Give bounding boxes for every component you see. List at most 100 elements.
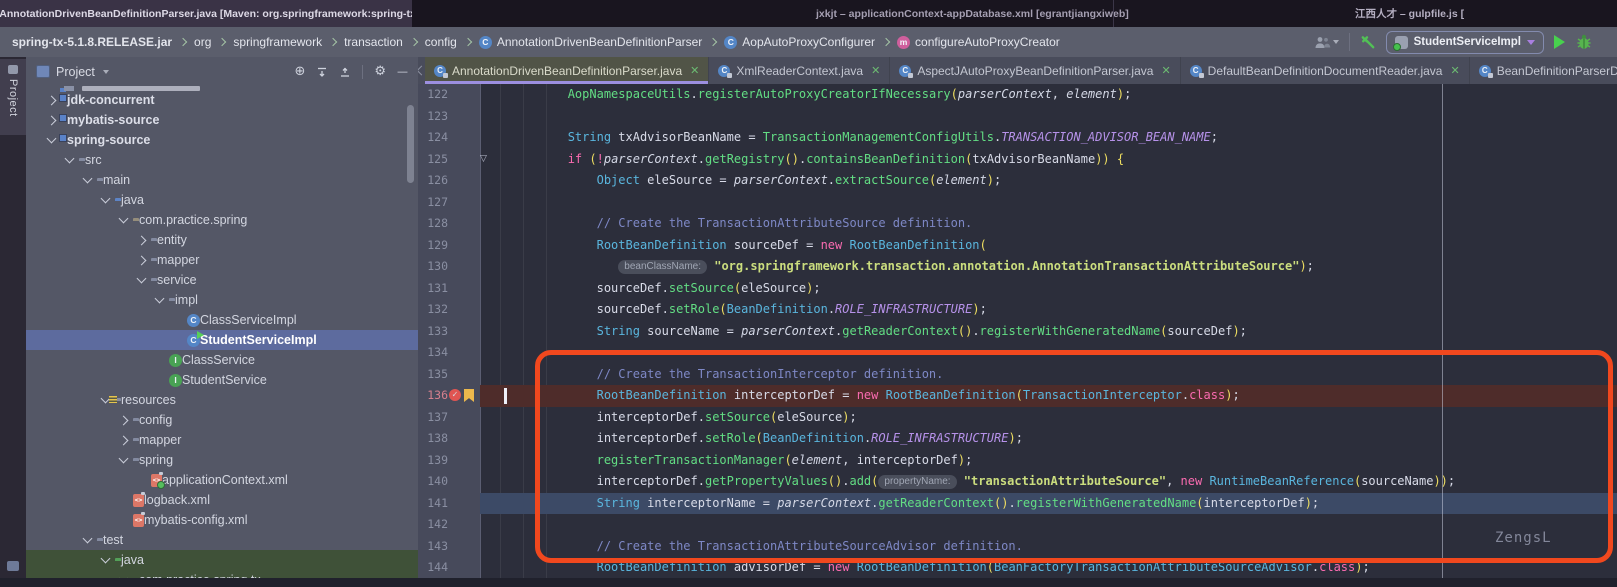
line-number[interactable]: 125	[418, 149, 448, 171]
tree-expand-icon[interactable]	[101, 554, 111, 564]
tree-expand-icon[interactable]	[137, 274, 147, 284]
tree-expand-icon[interactable]	[83, 174, 93, 184]
line-number[interactable]: 123	[418, 106, 448, 128]
project-stripe-button[interactable]: Project	[0, 59, 26, 135]
tree-expand-icon[interactable]	[47, 115, 57, 125]
tree-item-applicationContext.xml[interactable]: <>applicationContext.xml	[26, 470, 418, 490]
line-number[interactable]: 136	[418, 385, 448, 407]
tree-item-ClassService[interactable]: IClassService	[26, 350, 418, 370]
line-number[interactable]: 132	[418, 299, 448, 321]
project-view-caret-icon[interactable]	[103, 70, 109, 74]
code-line-143[interactable]: 143 // Create the TransactionAttributeSo…	[418, 536, 1617, 558]
hide-panel-icon[interactable]: —	[397, 66, 408, 77]
tree-item-ClassServiceImpl[interactable]: CClassServiceImpl	[26, 310, 418, 330]
code-line-140[interactable]: 140 interceptorDef.getPropertyValues().a…	[418, 471, 1617, 493]
tree-item-mybatis-source[interactable]: mybatis-source	[26, 110, 418, 130]
window-tab-active[interactable]: base-practice – AnnotationDrivenBeanDefi…	[0, 0, 412, 27]
tree-item-config[interactable]: config	[26, 410, 418, 430]
code-line-132[interactable]: 132 sourceDef.setRole(BeanDefinition.ROL…	[418, 299, 1617, 321]
code-line-130[interactable]: 130 beanClassName: "org.springframework.…	[418, 256, 1617, 278]
line-number[interactable]: 143	[418, 536, 448, 558]
breakpoint-icon[interactable]: ✓	[449, 389, 461, 401]
window-tab-3[interactable]: 江西人才 – gulpfile.js [	[1355, 0, 1464, 27]
bookmark-icon[interactable]	[464, 389, 474, 402]
line-number[interactable]: 138	[418, 428, 448, 450]
editor-tab-4[interactable]: CDefaultBeanDefinitionDocumentReader.jav…	[1181, 57, 1470, 84]
editor-tab-5[interactable]: CBeanDefinitionParserDelegate.ja✕	[1470, 57, 1617, 84]
code-editor[interactable]: 122 AopNamespaceUtils.registerAutoProxyC…	[418, 84, 1617, 587]
window-tab-2[interactable]: jxkjt – applicationContext-appDatabase.x…	[816, 0, 1129, 27]
line-number[interactable]: 137	[418, 407, 448, 429]
code-line-127[interactable]: 127	[418, 192, 1617, 214]
breadcrumb-item[interactable]: CAnnotationDrivenBeanDefinitionParser	[479, 35, 702, 49]
tree-expand-icon[interactable]	[155, 294, 165, 304]
tree-expand-icon[interactable]	[119, 435, 129, 445]
expand-all-icon[interactable]	[316, 66, 328, 78]
tree-item-java[interactable]: java	[26, 190, 418, 210]
line-number[interactable]: 130	[418, 256, 448, 278]
code-line-135[interactable]: 135 // Create the TransactionInterceptor…	[418, 364, 1617, 386]
code-line-131[interactable]: 131 sourceDef.setSource(eleSource);	[418, 278, 1617, 300]
tree-item-mapper[interactable]: mapper	[26, 430, 418, 450]
fold-marker-icon[interactable]: ▽	[480, 152, 487, 166]
code-line-142[interactable]: 142	[418, 514, 1617, 536]
tree-item-impl[interactable]: impl	[26, 290, 418, 310]
breadcrumb-item[interactable]: springframework	[233, 35, 322, 49]
close-icon[interactable]: ✕	[871, 64, 880, 77]
breadcrumb-item[interactable]: transaction	[344, 35, 403, 49]
close-icon[interactable]: ✕	[1450, 64, 1459, 77]
project-scrollbar[interactable]	[407, 105, 414, 183]
users-icon[interactable]	[1314, 36, 1339, 49]
tree-item-spring[interactable]: spring	[26, 450, 418, 470]
tree-item-test[interactable]: test	[26, 530, 418, 550]
tree-expand-icon[interactable]	[47, 95, 57, 105]
code-line-133[interactable]: 133 String sourceName = parserContext.ge…	[418, 321, 1617, 343]
editor-tab-1[interactable]: CAnnotationDrivenBeanDefinitionParser.ja…	[425, 57, 709, 84]
line-number[interactable]: 128	[418, 213, 448, 235]
debug-icon[interactable]	[1575, 34, 1593, 50]
tree-item-StudentServiceImpl[interactable]: CStudentServiceImpl	[26, 330, 418, 350]
tree-item-service[interactable]: service	[26, 270, 418, 290]
code-line-126[interactable]: 126 Object eleSource = parserContext.ext…	[418, 170, 1617, 192]
line-number[interactable]: 141	[418, 493, 448, 515]
tree-item-src[interactable]: src	[26, 150, 418, 170]
line-number[interactable]: 140	[418, 471, 448, 493]
code-line-144[interactable]: 144 RootBeanDefinition advisorDef = new …	[418, 557, 1617, 579]
structure-stripe-icon[interactable]	[7, 561, 19, 571]
run-configuration-select[interactable]: StudentServiceImpl	[1386, 31, 1544, 54]
line-number[interactable]: 142	[418, 514, 448, 536]
collapse-all-icon[interactable]	[339, 66, 351, 78]
code-line-141[interactable]: 141 String interceptorName = parserConte…	[418, 493, 1617, 515]
line-number[interactable]: 131	[418, 278, 448, 300]
line-number[interactable]: 122	[418, 84, 448, 106]
code-line-134[interactable]: 134	[418, 342, 1617, 364]
tree-item-com.practice.spring[interactable]: com.practice.spring	[26, 210, 418, 230]
close-icon[interactable]: ✕	[1161, 64, 1170, 77]
tree-item-resources[interactable]: resources	[26, 390, 418, 410]
breadcrumb-item[interactable]: mconfigureAutoProxyCreator	[897, 35, 1060, 49]
code-line-125[interactable]: 125▽ if (!parserContext.getRegistry().co…	[418, 149, 1617, 171]
code-line-138[interactable]: 138 interceptorDef.setRole(BeanDefinitio…	[418, 428, 1617, 450]
tree-expand-icon[interactable]	[65, 154, 75, 164]
code-line-137[interactable]: 137 interceptorDef.setSource(eleSource);	[418, 407, 1617, 429]
wrench-icon[interactable]	[1360, 34, 1376, 50]
tree-expand-icon[interactable]	[119, 454, 129, 464]
line-number[interactable]: 135	[418, 364, 448, 386]
breadcrumb-item[interactable]: config	[425, 35, 457, 49]
editor-tab-2[interactable]: CXmlReaderContext.java✕	[709, 57, 890, 84]
tree-expand-icon[interactable]	[119, 214, 129, 224]
breadcrumb-item[interactable]: org	[194, 35, 211, 49]
tree-item-StudentService[interactable]: IStudentService	[26, 370, 418, 390]
line-number[interactable]: 124	[418, 127, 448, 149]
tree-item-mapper[interactable]: mapper	[26, 250, 418, 270]
tree-expand-icon[interactable]	[83, 534, 93, 544]
line-number[interactable]: 133	[418, 321, 448, 343]
tree-item-spring-source[interactable]: spring-source	[26, 130, 418, 150]
line-number[interactable]: 139	[418, 450, 448, 472]
tree-expand-icon[interactable]	[137, 255, 147, 265]
editor-tab-3[interactable]: CAspectJAutoProxyBeanDefinitionParser.ja…	[890, 57, 1180, 84]
tree-expand-icon[interactable]	[119, 415, 129, 425]
project-panel-title[interactable]: Project	[56, 65, 95, 79]
line-number[interactable]: 126	[418, 170, 448, 192]
line-number[interactable]: 129	[418, 235, 448, 257]
